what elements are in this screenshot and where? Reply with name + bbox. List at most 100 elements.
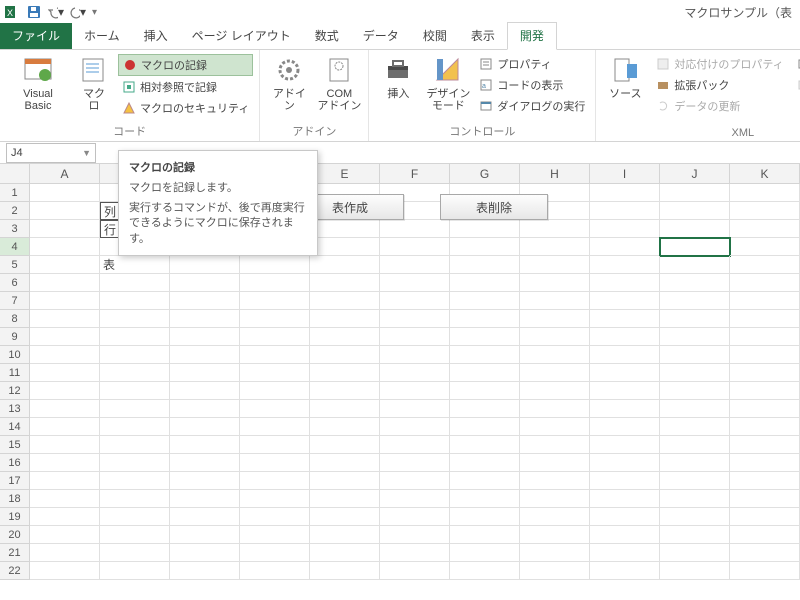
tab-developer[interactable]: 開発 [507,22,557,50]
cell[interactable] [310,562,380,580]
cell[interactable] [310,526,380,544]
com-addin-button[interactable]: COM アドイン [316,52,362,122]
cell[interactable] [730,490,800,508]
cell[interactable] [170,256,240,274]
column-header[interactable]: I [590,164,660,184]
cell[interactable] [170,454,240,472]
cell[interactable] [660,472,730,490]
cell[interactable] [30,436,100,454]
row-header[interactable]: 9 [0,328,30,346]
cell[interactable] [380,238,450,256]
cell[interactable] [240,328,310,346]
cell[interactable] [730,292,800,310]
cell[interactable] [170,544,240,562]
cell[interactable] [100,400,170,418]
cell[interactable] [520,328,590,346]
cell[interactable] [380,454,450,472]
cell[interactable] [170,418,240,436]
tab-pagelayout[interactable]: ページ レイアウト [180,23,303,49]
cell[interactable] [100,526,170,544]
row-header[interactable]: 20 [0,526,30,544]
cell[interactable] [30,238,100,256]
cell[interactable] [660,238,730,256]
name-box[interactable]: J4 ▼ [6,143,96,163]
cell[interactable] [30,220,100,238]
cell[interactable] [450,346,520,364]
cell[interactable] [590,310,660,328]
row-header[interactable]: 2 [0,202,30,220]
cell[interactable] [730,526,800,544]
cell[interactable] [30,562,100,580]
cell[interactable] [450,400,520,418]
cell[interactable] [730,346,800,364]
cell[interactable] [450,472,520,490]
cell[interactable] [660,544,730,562]
cell[interactable] [30,256,100,274]
cell[interactable] [730,508,800,526]
cell[interactable] [590,400,660,418]
qat-customize-icon[interactable]: ▾ [92,7,97,18]
cell[interactable] [240,274,310,292]
cell[interactable] [660,400,730,418]
row-header[interactable]: 6 [0,274,30,292]
cell[interactable] [100,364,170,382]
cell[interactable] [730,328,800,346]
cell[interactable] [590,508,660,526]
row-header[interactable]: 7 [0,292,30,310]
cell[interactable] [590,472,660,490]
cell[interactable] [100,310,170,328]
cell[interactable] [590,292,660,310]
cell[interactable] [310,436,380,454]
xml-source-button[interactable]: ソース [602,52,648,126]
cell[interactable] [240,364,310,382]
row-header[interactable]: 16 [0,454,30,472]
row-header[interactable]: 1 [0,184,30,202]
cell[interactable] [520,526,590,544]
cell[interactable] [590,436,660,454]
cell[interactable] [310,238,380,256]
cell[interactable] [170,400,240,418]
cell[interactable] [30,418,100,436]
cell[interactable] [30,382,100,400]
cell[interactable]: 表 [100,256,170,274]
cell[interactable] [170,364,240,382]
cell[interactable] [30,472,100,490]
tab-data[interactable]: データ [351,23,411,49]
cell[interactable] [100,418,170,436]
cell[interactable] [380,418,450,436]
cell[interactable] [590,382,660,400]
cell[interactable] [590,364,660,382]
cell[interactable] [380,382,450,400]
cell[interactable] [380,544,450,562]
column-header[interactable]: E [310,164,380,184]
column-header[interactable]: H [520,164,590,184]
cell[interactable] [520,562,590,580]
cell[interactable] [240,400,310,418]
cell[interactable] [450,274,520,292]
cell[interactable] [310,454,380,472]
cell[interactable] [590,238,660,256]
cell[interactable] [380,364,450,382]
row-header[interactable]: 3 [0,220,30,238]
cell[interactable] [450,382,520,400]
column-header[interactable]: J [660,164,730,184]
cell[interactable] [240,418,310,436]
record-macro-button[interactable]: マクロの記録 [118,54,253,76]
select-all-corner[interactable] [0,164,30,184]
cell[interactable] [730,202,800,220]
cell[interactable] [730,562,800,580]
cell[interactable] [30,526,100,544]
cell[interactable] [590,418,660,436]
cell[interactable] [660,436,730,454]
cell[interactable] [240,310,310,328]
cell[interactable] [730,364,800,382]
cell[interactable] [660,508,730,526]
cell[interactable] [380,490,450,508]
tab-insert[interactable]: 挿入 [132,23,180,49]
cell[interactable] [450,256,520,274]
cell[interactable] [730,274,800,292]
cell[interactable] [240,472,310,490]
cell[interactable] [100,346,170,364]
run-dialog-button[interactable]: ダイアログの実行 [475,96,589,116]
cell[interactable] [590,202,660,220]
